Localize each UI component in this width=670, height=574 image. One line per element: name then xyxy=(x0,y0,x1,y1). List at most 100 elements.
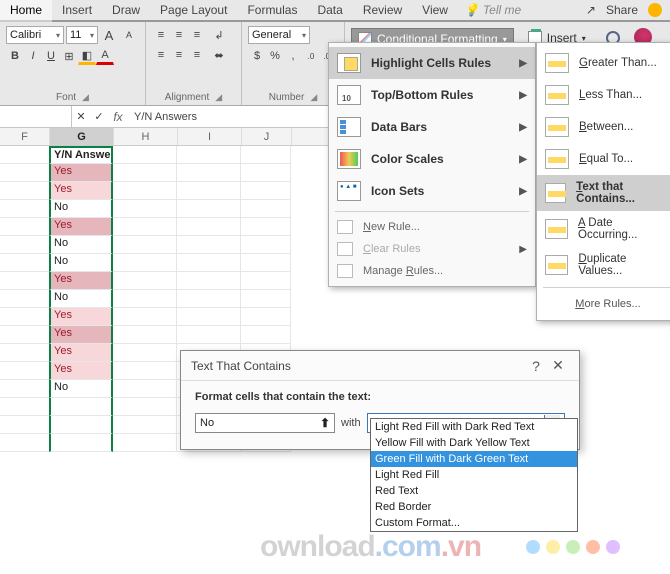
combo-option[interactable]: Red Border xyxy=(371,499,577,515)
cell[interactable] xyxy=(241,164,291,182)
tab-home[interactable]: Home xyxy=(0,0,52,22)
percent-button[interactable]: % xyxy=(266,47,284,65)
cell[interactable] xyxy=(113,218,177,236)
font-name-combo[interactable]: Calibri▾ xyxy=(6,26,64,44)
submenu-item[interactable]: Greater Than... xyxy=(537,47,670,79)
underline-button[interactable]: U xyxy=(42,47,60,65)
cell[interactable] xyxy=(177,200,241,218)
cell[interactable] xyxy=(113,380,177,398)
cell[interactable] xyxy=(177,254,241,272)
cf-menu-item[interactable]: Highlight Cells Rules▶ xyxy=(329,47,535,79)
cell[interactable] xyxy=(0,290,50,308)
cell[interactable] xyxy=(0,416,50,434)
cell[interactable]: Yes xyxy=(49,218,113,236)
dialog-help-button[interactable]: ? xyxy=(525,358,547,374)
enter-edit-icon[interactable]: ✓ xyxy=(90,108,108,126)
tab-insert[interactable]: Insert xyxy=(52,0,102,20)
submenu-item[interactable]: Less Than... xyxy=(537,79,670,111)
cell[interactable] xyxy=(177,218,241,236)
submenu-item[interactable]: Duplicate Values... xyxy=(537,247,670,283)
number-format-combo[interactable]: General▾ xyxy=(248,26,310,44)
cell[interactable] xyxy=(241,182,291,200)
cancel-edit-icon[interactable]: ✕ xyxy=(72,108,90,126)
align-right-button[interactable]: ≡ xyxy=(188,46,206,64)
combo-option[interactable]: Red Text xyxy=(371,483,577,499)
col-header-F[interactable]: F xyxy=(0,128,50,145)
cell[interactable]: Yes xyxy=(49,164,113,182)
bold-button[interactable]: B xyxy=(6,47,24,65)
tab-formulas[interactable]: Formulas xyxy=(237,0,307,20)
cell[interactable] xyxy=(241,146,291,164)
cell[interactable] xyxy=(0,254,50,272)
cell[interactable] xyxy=(241,218,291,236)
tell-me[interactable]: 💡 Tell me xyxy=(458,0,527,20)
cell[interactable]: Yes xyxy=(49,272,113,290)
col-header-I[interactable]: I xyxy=(178,128,242,145)
wrap-text-button[interactable]: ↲ xyxy=(210,26,228,44)
submenu-item[interactable]: Equal To... xyxy=(537,143,670,175)
submenu-item[interactable]: Text that Contains... xyxy=(537,175,670,211)
cell[interactable] xyxy=(0,146,50,164)
alignment-dialog-launcher[interactable]: ◢ xyxy=(215,92,222,103)
cell[interactable] xyxy=(113,254,177,272)
fx-button[interactable]: fx xyxy=(108,110,128,124)
combo-option[interactable]: Light Red Fill with Dark Red Text xyxy=(371,419,577,435)
number-dialog-launcher[interactable]: ◢ xyxy=(310,92,317,103)
more-rules-item[interactable]: More Rules... xyxy=(537,292,670,316)
fill-color-button[interactable]: ◧ xyxy=(78,47,96,65)
cell[interactable] xyxy=(177,164,241,182)
italic-button[interactable]: I xyxy=(24,47,42,65)
border-button[interactable]: ⊞ xyxy=(60,47,78,65)
cell[interactable] xyxy=(0,200,50,218)
cell[interactable] xyxy=(177,182,241,200)
cell[interactable]: No xyxy=(49,236,113,254)
cell[interactable] xyxy=(241,254,291,272)
cell[interactable] xyxy=(0,398,50,416)
cell[interactable] xyxy=(0,272,50,290)
range-picker-icon[interactable]: ⬆ xyxy=(320,416,330,430)
cell[interactable] xyxy=(113,344,177,362)
font-size-combo[interactable]: 11▾ xyxy=(66,26,98,44)
cell[interactable] xyxy=(113,398,177,416)
combo-option[interactable]: Yellow Fill with Dark Yellow Text xyxy=(371,435,577,451)
contains-text-input[interactable]: No ⬆ xyxy=(195,413,335,433)
grow-font-button[interactable]: A xyxy=(100,26,118,44)
cell[interactable] xyxy=(241,272,291,290)
combo-option[interactable]: Green Fill with Dark Green Text xyxy=(371,451,577,467)
tab-review[interactable]: Review xyxy=(353,0,412,20)
tab-view[interactable]: View xyxy=(412,0,458,20)
cell[interactable] xyxy=(0,236,50,254)
tab-draw[interactable]: Draw xyxy=(102,0,150,20)
cell[interactable] xyxy=(241,236,291,254)
cell[interactable] xyxy=(113,326,177,344)
feedback-smiley-icon[interactable] xyxy=(648,3,662,17)
cell[interactable]: Y/N Answers xyxy=(49,146,113,164)
cell[interactable] xyxy=(177,326,241,344)
share-button[interactable]: Share xyxy=(606,3,638,17)
formula-value[interactable]: Y/N Answers xyxy=(128,111,197,123)
cell[interactable] xyxy=(241,290,291,308)
cell[interactable] xyxy=(177,236,241,254)
dialog-close-button[interactable]: ✕ xyxy=(547,357,569,374)
cell[interactable] xyxy=(0,182,50,200)
cell[interactable] xyxy=(113,272,177,290)
cell[interactable] xyxy=(241,308,291,326)
cell[interactable] xyxy=(113,416,177,434)
align-middle-button[interactable]: ≡ xyxy=(170,26,188,44)
cell[interactable]: No xyxy=(49,254,113,272)
font-color-button[interactable]: A xyxy=(96,47,114,65)
font-dialog-launcher[interactable]: ◢ xyxy=(82,92,89,103)
merge-button[interactable]: ⬌ xyxy=(210,46,228,64)
cell[interactable] xyxy=(49,416,113,434)
cell[interactable] xyxy=(49,398,113,416)
cell[interactable]: No xyxy=(49,200,113,218)
cell[interactable]: Yes xyxy=(49,344,113,362)
cell[interactable] xyxy=(0,164,50,182)
comma-button[interactable]: , xyxy=(284,47,302,65)
col-header-G[interactable]: G xyxy=(50,128,114,145)
cell[interactable]: No xyxy=(49,380,113,398)
cell[interactable] xyxy=(177,272,241,290)
cell[interactable]: Yes xyxy=(49,326,113,344)
cell[interactable] xyxy=(0,362,50,380)
cf-menu-item[interactable]: New Rule... xyxy=(329,216,535,238)
